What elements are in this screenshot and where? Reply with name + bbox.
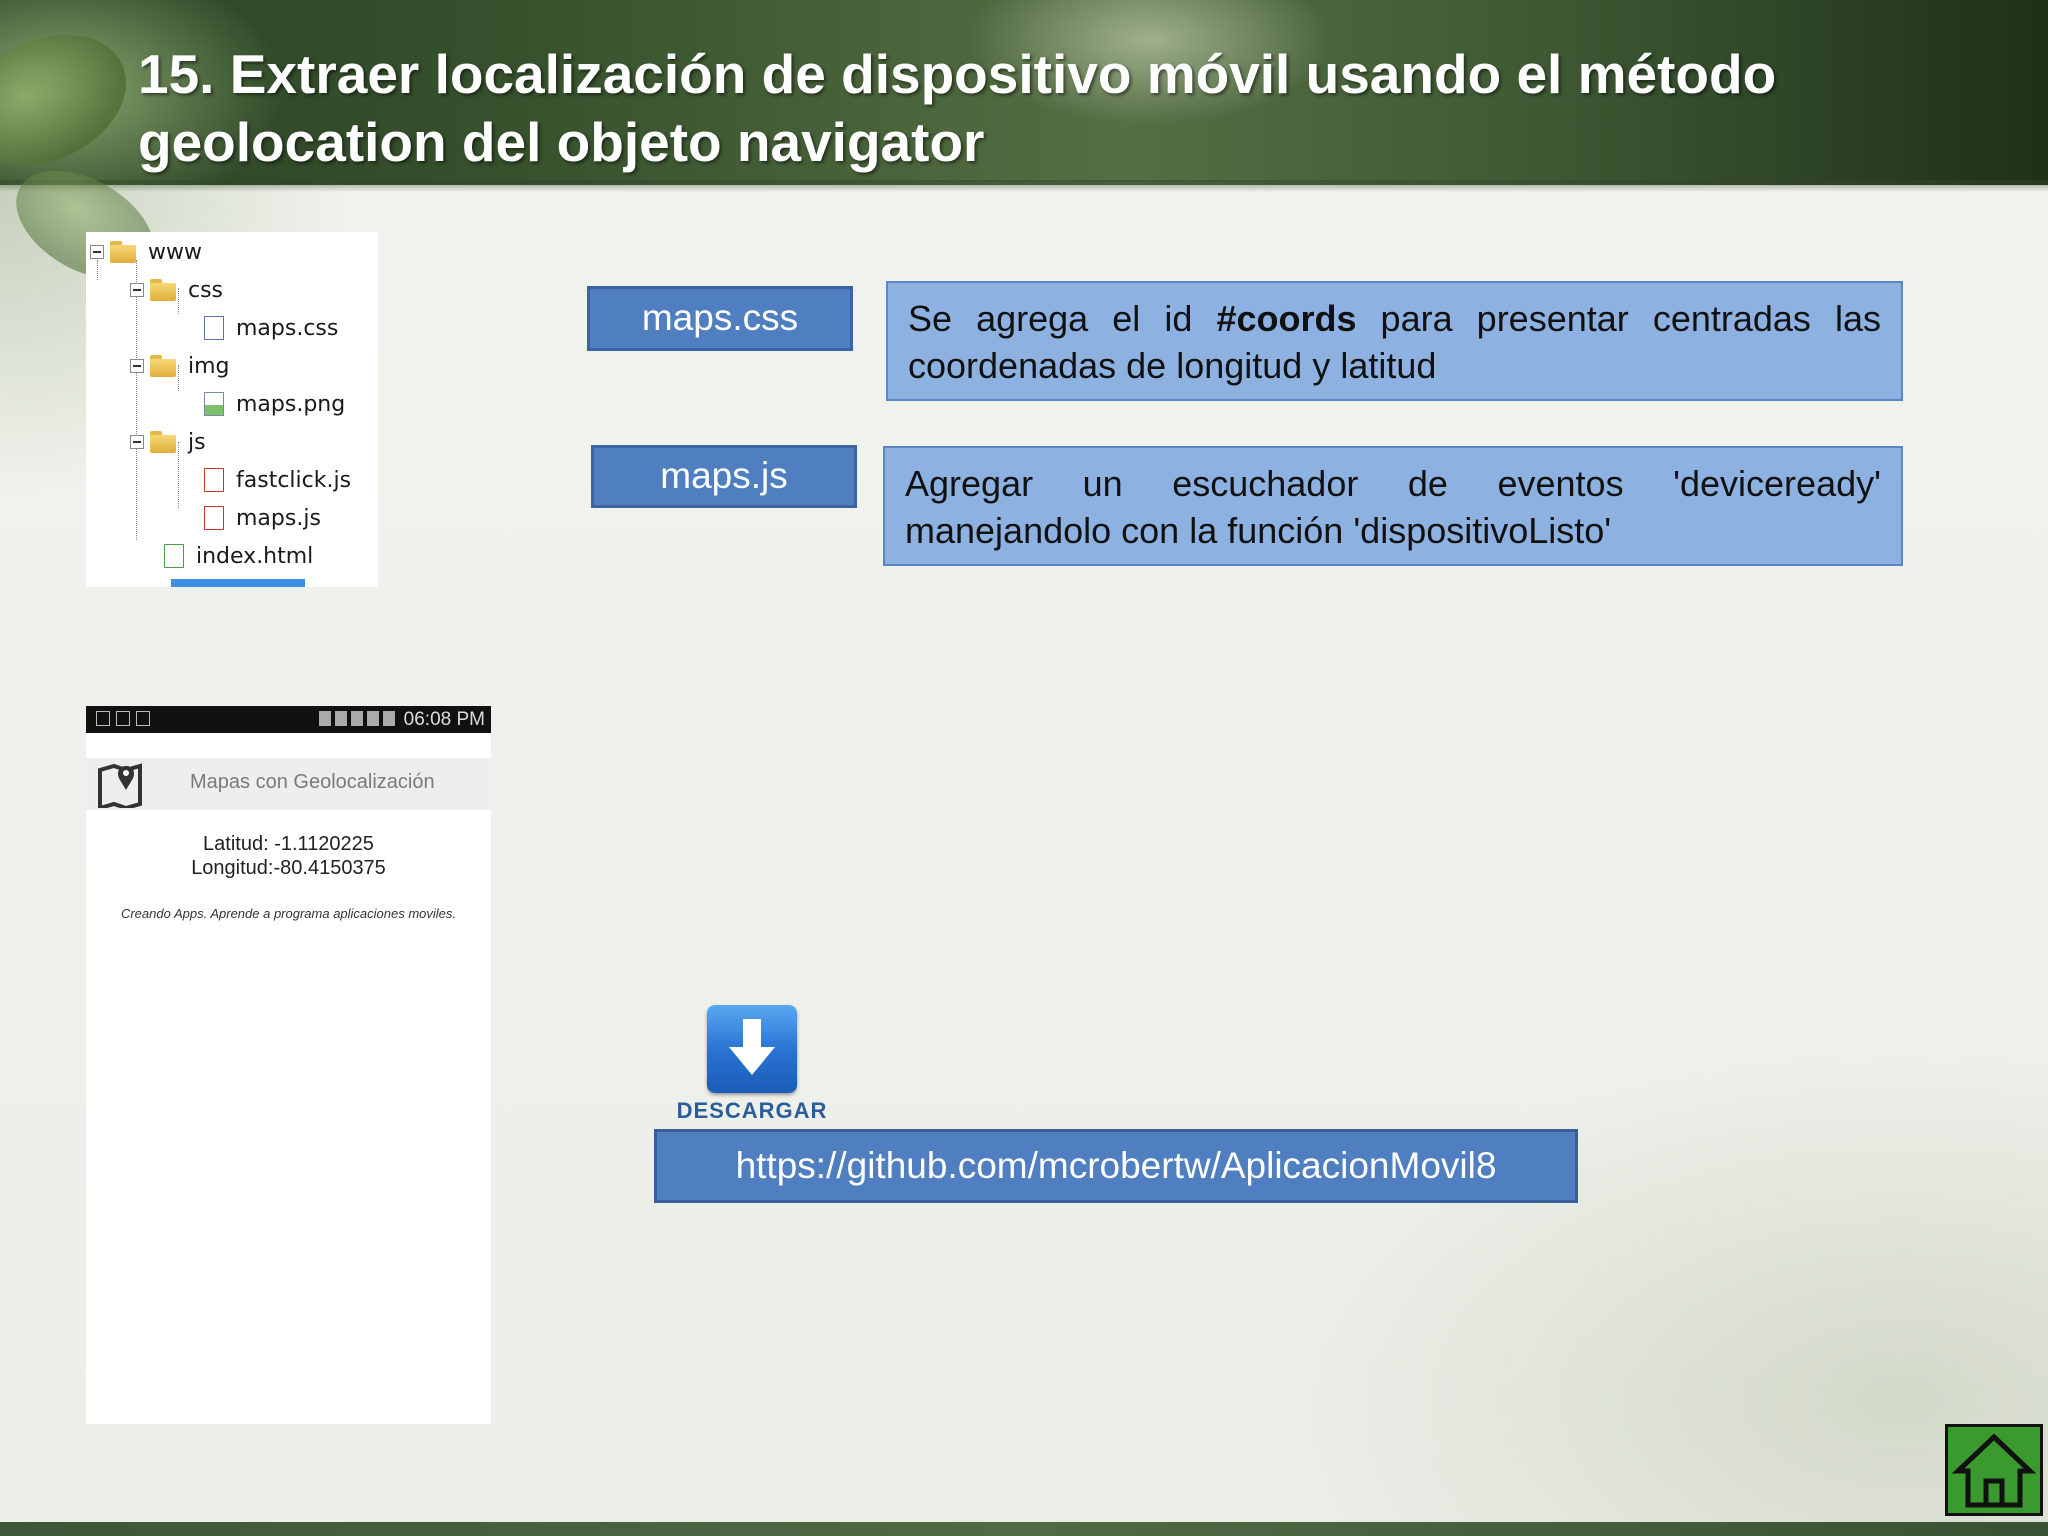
file-icon [204,392,224,416]
notification-icon [136,711,150,726]
callout-text: Se agrega el id [908,298,1217,339]
repository-link[interactable]: https://github.com/mcrobertw/AplicacionM… [654,1129,1578,1203]
tree-item-label: www [148,239,202,265]
collapse-icon[interactable] [130,283,144,297]
maps-css-callout: Se agrega el id #coords para presentar c… [886,281,1903,401]
tree-item-label: js [188,429,206,455]
app-tagline: Creando Apps. Aprende a programa aplicac… [120,906,457,921]
signal-icon [367,711,379,726]
home-icon [1951,1433,2037,1508]
tree-item-css[interactable]: css [130,274,223,306]
file-icon [204,506,224,530]
download-button[interactable] [707,1005,797,1093]
status-time: 06:08 PM [403,709,485,730]
tree-item-maps-js[interactable]: maps.js [204,502,321,534]
tree-item-maps-png[interactable]: maps.png [204,388,345,420]
alarm-icon [335,711,347,726]
file-icon [204,468,224,492]
tree-item-label: index.html [196,543,314,569]
tree-item-fastclick-js[interactable]: fastclick.js [204,464,351,496]
folder-icon [150,279,176,301]
notification-icon [116,711,130,726]
tree-item-label: maps.js [236,505,321,531]
notification-icon [96,711,110,726]
file-icon [204,316,224,340]
system-icons [319,711,395,726]
tree-item-maps-css[interactable]: maps.css [204,312,338,344]
notification-icons [96,711,150,726]
slide-title: 15. Extraer localización de dispositivo … [138,43,1777,173]
app-title: Mapas con Geolocalización [190,771,435,793]
maps-css-label: maps.css [587,286,853,351]
folder-icon [150,431,176,453]
phone-screenshot: 06:08 PM Mapas con Geolocalización Latit… [86,706,491,1424]
longitude-text: Longitud:-80.4150375 [191,857,386,879]
latitude-text: Latitud: -1.1120225 [203,833,374,855]
folder-icon [110,241,136,263]
tree-item-index-html[interactable]: index.html [164,540,313,572]
battery-icon [383,711,395,726]
home-button[interactable] [1945,1424,2043,1516]
maps-js-callout: Agregar un escuchador de eventos 'device… [883,446,1903,566]
tree-item-www[interactable]: www [90,236,202,268]
status-bar: 06:08 PM [86,706,491,733]
tree-selection-highlight [171,579,305,587]
collapse-icon[interactable] [130,435,144,449]
mute-icon [319,711,331,726]
map-icon [98,763,142,808]
tree-item-img[interactable]: img [130,350,230,382]
tree-item-label: maps.css [236,315,339,341]
header-shadow [0,180,2048,192]
tree-item-label: maps.png [236,391,346,417]
tree-item-js[interactable]: js [130,426,206,458]
folder-icon [150,355,176,377]
wifi-icon [351,711,363,726]
file-icon [164,544,184,568]
download-label[interactable]: DESCARGAR [666,1098,838,1124]
tree-item-label: img [188,353,230,379]
tree-item-label: css [188,277,224,303]
collapse-icon[interactable] [90,245,104,259]
download-arrow-icon [729,1019,775,1075]
collapse-icon[interactable] [130,359,144,373]
app-bar: Mapas con Geolocalización [86,758,491,810]
coordinates: Latitud: -1.1120225 Longitud:-80.4150375 [86,832,491,880]
file-tree: www css maps.css img maps.png js fastcli… [86,232,378,587]
footer-band [0,1522,2048,1536]
maps-js-label: maps.js [591,445,857,508]
tree-item-label: fastclick.js [236,467,352,493]
coords-id-text: #coords [1216,298,1357,339]
